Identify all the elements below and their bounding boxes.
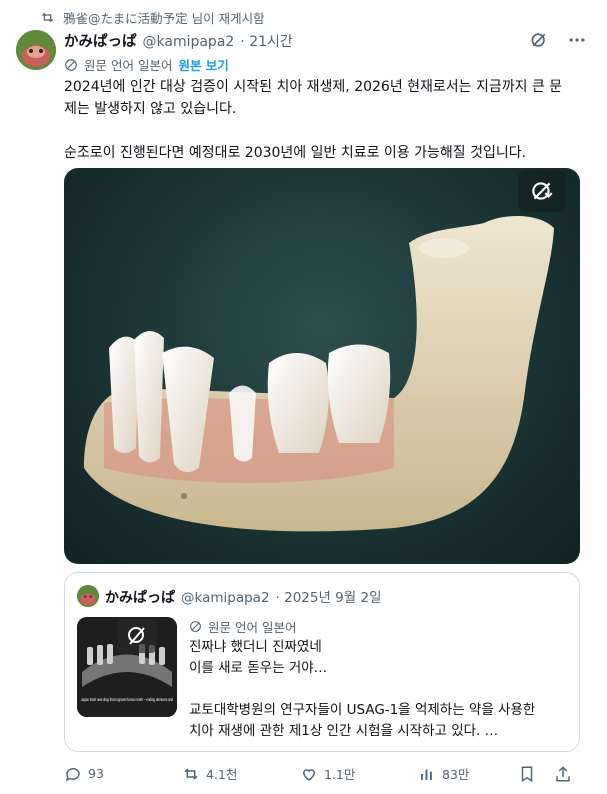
quoted-thumb-caption: Japan trials new drug that regrows human… <box>81 697 173 702</box>
repost-text: 鴉雀@たまに活動予定 님이 재게시함 <box>63 11 265 26</box>
translation-label: 원문 언어 일본어 <box>84 58 173 73</box>
tweet-time[interactable]: · 21시간 <box>240 31 292 51</box>
like-count: 1.1만 <box>324 767 356 782</box>
repost-button[interactable]: 4.1천 <box>182 764 300 783</box>
repost-icon <box>42 12 53 23</box>
author-avatar[interactable] <box>16 30 56 70</box>
quoted-paragraph-2: 교토대학병원의 연구자들이 USAG-1을 억제하는 약을 사용한 치아 재생에… <box>189 702 536 739</box>
tweet-paragraph-1: 2024년에 인간 대상 검증이 시작된 치아 재생제, 2026년 현재로서는… <box>64 79 563 117</box>
jaw-illustration <box>84 216 554 532</box>
bookmark-icon <box>521 766 533 782</box>
reply-icon <box>65 767 80 781</box>
action-bar: 93 4.1천 1.1만 83만 <box>64 764 584 783</box>
tweet-paragraph-2: 순조로이 진행된다면 예정대로 2030년에 일반 치료로 이용 가능해질 것입… <box>64 145 527 161</box>
quoted-date[interactable]: · 2025년 9월 2일 <box>276 586 382 606</box>
views-icon <box>421 769 432 780</box>
reply-count: 93 <box>88 766 104 781</box>
quoted-translation-label: 원문 언어 일본어 <box>208 620 297 635</box>
translation-row: 원문 언어 일본어 원본 보기 <box>64 55 229 74</box>
tweet-header: かみぱっぱ @kamipapa2 · 21시간 <box>64 30 293 51</box>
share-icon <box>556 765 570 781</box>
grok-media-icon <box>532 182 553 200</box>
quoted-author-avatar[interactable] <box>77 585 99 607</box>
heart-icon <box>302 768 316 781</box>
views-button[interactable]: 83만 <box>418 764 518 783</box>
show-original-link[interactable]: 원본 보기 <box>178 55 228 74</box>
quoted-paragraph-1: 진짜냐 했더니 진짜였네 이를 새로 돋우는 거야… <box>189 639 328 676</box>
repost-indicator[interactable]: 鴉雀@たまに活動予定 님이 재게시함 <box>40 8 265 27</box>
quoted-avatar-image <box>77 585 99 607</box>
author-handle[interactable]: @kamipapa2 <box>143 34 235 50</box>
reply-button[interactable]: 93 <box>64 765 182 783</box>
quoted-tweet[interactable]: かみぱっぱ @kamipapa2 · 2025년 9월 2일 Japan tri… <box>64 572 580 752</box>
avatar-image <box>16 30 56 70</box>
tweet-text: 2024년에 인간 대상 검증이 시작된 치아 재생제, 2026년 현재로서는… <box>64 76 584 164</box>
tweet-image[interactable] <box>64 168 580 564</box>
quoted-header: かみぱっぱ @kamipapa2 · 2025년 9월 2일 <box>105 586 382 607</box>
repost-action-icon <box>184 767 198 780</box>
quoted-text: 진짜냐 했더니 진짜였네 이를 새로 돋우는 거야… 교토대학병원의 연구자들이… <box>189 637 569 742</box>
like-button[interactable]: 1.1만 <box>300 764 418 783</box>
repost-count: 4.1천 <box>206 767 238 782</box>
translate-icon <box>65 58 77 71</box>
quoted-author-name[interactable]: かみぱっぱ <box>105 587 175 607</box>
more-options-icon[interactable] <box>567 30 587 50</box>
author-name[interactable]: かみぱっぱ <box>64 30 137 51</box>
bookmark-button[interactable] <box>518 765 554 783</box>
views-count: 83만 <box>442 767 470 782</box>
media-badge[interactable] <box>518 170 566 212</box>
share-button[interactable] <box>554 765 572 783</box>
quoted-thumbnail[interactable]: Japan trials new drug that regrows human… <box>77 617 177 717</box>
xray-image: Japan trials new drug that regrows human… <box>77 617 177 717</box>
grok-icon[interactable] <box>529 30 549 50</box>
quoted-translation-row: 원문 언어 일본어 <box>189 617 296 636</box>
quoted-translate-icon <box>190 621 201 632</box>
quoted-author-handle[interactable]: @kamipapa2 <box>181 590 270 606</box>
